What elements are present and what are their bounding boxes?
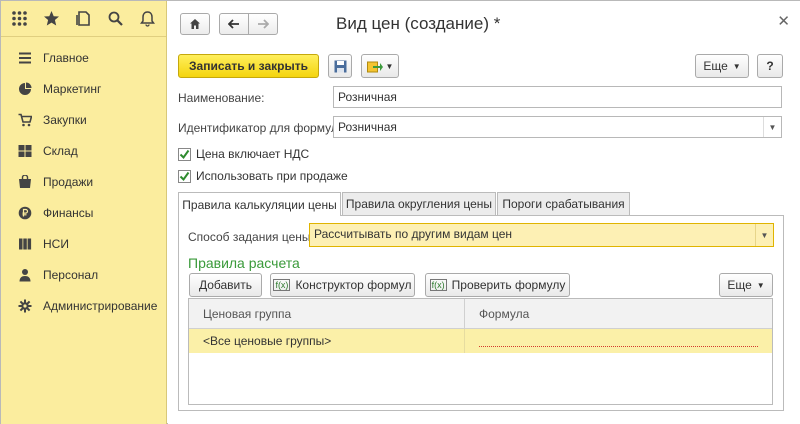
formula-icon: f(x) — [273, 279, 291, 291]
back-button[interactable] — [219, 13, 249, 35]
tab-thresholds[interactable]: Пороги срабатывания — [497, 192, 630, 215]
sidebar-item-label: Продажи — [43, 174, 94, 189]
chevron-down-icon: ▼ — [732, 61, 741, 71]
sidebar-item-administration[interactable]: Администрирование — [1, 290, 166, 321]
more-actions-button[interactable]: Еще ▼ — [695, 54, 749, 78]
column-header-formula[interactable]: Формула — [465, 299, 772, 328]
sidebar-nav: Главное Маркетинг Закупки Склад Продажи … — [1, 37, 166, 321]
sidebar-item-nsi[interactable]: НСИ — [1, 228, 166, 259]
chevron-down-icon: ▼ — [385, 61, 394, 71]
section-title: Правила расчета — [188, 255, 300, 271]
page-title: Вид цен (создание) * — [336, 14, 501, 33]
sidebar-item-label: Склад — [43, 143, 78, 158]
sidebar-item-main[interactable]: Главное — [1, 42, 166, 73]
apps-grid-icon[interactable] — [7, 6, 33, 32]
check-formula-button[interactable]: f(x) Проверить формулу — [425, 273, 570, 297]
identifier-value: Розничная — [338, 120, 397, 134]
formula-constructor-button[interactable]: f(x) Конструктор формул — [270, 273, 415, 297]
sidebar-item-personnel[interactable]: Персонал — [1, 259, 166, 290]
sidebar-item-finance[interactable]: Финансы — [1, 197, 166, 228]
cell-formula[interactable] — [465, 329, 772, 353]
ruble-icon — [16, 205, 34, 221]
price-method-label: Способ задания цены: — [188, 230, 314, 244]
create-based-on-icon — [366, 61, 383, 73]
tab-rounding-rules[interactable]: Правила округления цены — [342, 192, 496, 215]
close-icon[interactable]: ✕ — [777, 12, 790, 30]
create-based-on-button[interactable]: ▼ — [361, 54, 399, 78]
formula-empty-underline — [479, 335, 758, 347]
cart-icon — [16, 112, 34, 128]
tab-calculation-rules[interactable]: Правила калькуляции цены — [178, 192, 341, 216]
book-icon — [16, 236, 34, 252]
help-button[interactable]: ? — [757, 54, 783, 78]
form-window: Вид цен (создание) * ✕ Записать и закрыт… — [168, 1, 800, 424]
home-button[interactable] — [180, 13, 210, 35]
favorites-star-icon[interactable] — [39, 6, 65, 32]
use-in-sale-checkbox[interactable] — [178, 169, 191, 183]
notifications-bell-icon[interactable] — [134, 6, 160, 32]
person-icon — [16, 267, 34, 283]
grid-more-button[interactable]: Еще ▼ — [719, 273, 773, 297]
floppy-disk-icon — [334, 60, 346, 72]
add-button[interactable]: Добавить — [189, 273, 262, 297]
sidebar-item-label: Маркетинг — [43, 81, 102, 96]
vat-checkbox-label: Цена включает НДС — [196, 147, 310, 161]
name-label: Наименование: — [178, 91, 265, 105]
identifier-field[interactable]: Розничная ▼ — [333, 116, 782, 138]
price-method-value: Рассчитывать по другим видам цен — [314, 227, 513, 241]
sidebar-item-label: НСИ — [43, 236, 69, 251]
warehouse-icon — [16, 143, 34, 159]
check-formula-label: Проверить формулу — [451, 278, 566, 292]
sidebar-item-label: Закупки — [43, 112, 87, 127]
chevron-down-icon: ▼ — [756, 280, 765, 290]
rules-table: Ценовая группа Формула <Все ценовые груп… — [188, 298, 773, 405]
check-formula-icon: f(x) — [429, 279, 447, 291]
sidebar-item-label: Главное — [43, 50, 89, 65]
price-method-select[interactable]: Рассчитывать по другим видам цен ▼ — [309, 223, 774, 247]
arrow-right-icon — [258, 19, 269, 29]
sidebar-item-marketing[interactable]: Маркетинг — [1, 73, 166, 104]
sales-icon — [16, 174, 34, 190]
more-label: Еще — [727, 278, 752, 292]
checkmark-icon — [179, 149, 190, 159]
home-icon — [190, 19, 200, 29]
sidebar-item-label: Администрирование — [43, 298, 158, 313]
search-icon[interactable] — [102, 6, 128, 32]
arrow-left-icon — [228, 19, 239, 29]
save-button[interactable] — [328, 54, 352, 78]
cell-price-group[interactable]: <Все ценовые группы> — [189, 329, 465, 353]
sidebar-item-label: Персонал — [43, 267, 99, 282]
use-in-sale-label: Использовать при продаже — [196, 169, 348, 183]
pie-chart-icon — [16, 81, 34, 97]
checkmark-icon — [179, 171, 190, 181]
sidebar-item-warehouse[interactable]: Склад — [1, 135, 166, 166]
sidebar: Главное Маркетинг Закупки Склад Продажи … — [1, 1, 167, 424]
table-row[interactable]: <Все ценовые группы> — [189, 329, 772, 353]
sidebar-item-sales[interactable]: Продажи — [1, 166, 166, 197]
vat-checkbox[interactable] — [178, 147, 191, 161]
name-field[interactable]: Розничная — [333, 86, 782, 108]
dropdown-icon[interactable]: ▼ — [755, 224, 773, 246]
history-icon[interactable] — [71, 6, 97, 32]
form-titlebar: Вид цен (создание) * ✕ — [168, 1, 800, 47]
forward-button[interactable] — [248, 13, 278, 35]
table-header: Ценовая группа Формула — [189, 299, 772, 329]
column-header-price-group[interactable]: Ценовая группа — [189, 299, 465, 328]
sidebar-item-label: Финансы — [43, 205, 94, 220]
more-label: Еще — [703, 59, 728, 73]
gear-icon — [16, 298, 34, 314]
vat-checkbox-row[interactable]: Цена включает НДС — [178, 147, 309, 161]
save-and-close-button[interactable]: Записать и закрыть — [178, 54, 319, 78]
dropdown-icon[interactable]: ▼ — [763, 117, 781, 137]
sale-checkbox-row[interactable]: Использовать при продаже — [178, 169, 348, 183]
sidebar-top-toolbar — [1, 1, 166, 37]
formula-constructor-label: Конструктор формул — [295, 278, 412, 292]
identifier-label: Идентификатор для формул: — [178, 121, 342, 135]
sidebar-item-purchases[interactable]: Закупки — [1, 104, 166, 135]
menu-lines-icon — [16, 50, 34, 66]
